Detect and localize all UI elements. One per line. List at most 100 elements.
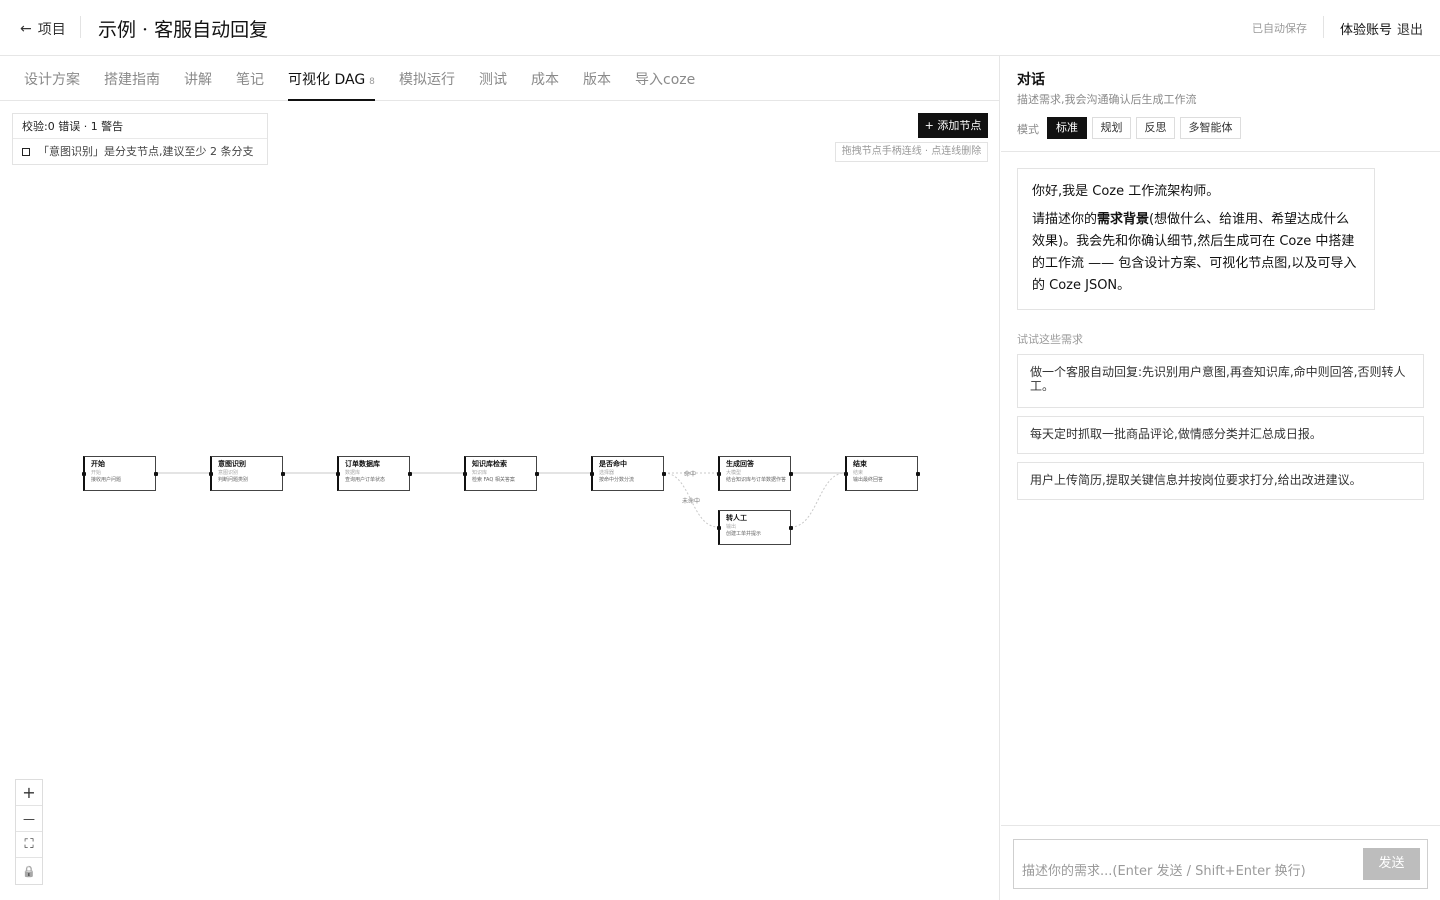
node-output-handle[interactable] [789,472,793,476]
tab-visual-dag[interactable]: 可视化 DAG 8 [288,69,375,89]
tab-design[interactable]: 设计方案 [24,69,80,89]
active-tab-indicator [288,99,375,101]
node-output-handle[interactable] [662,472,666,476]
dag-canvas[interactable]: 命中 未命中 开始 开始 接收用户问题 意图识别 意图识别 判断问题类别 订单数… [0,56,1000,900]
suggestion-item[interactable]: 用户上传简历,提取关键信息并按岗位要求打分,给出改进建议。 [1017,462,1424,500]
node-output-handle[interactable] [154,472,158,476]
node-desc: 检索 FAQ 相关答案 [472,477,515,483]
node-input-handle[interactable] [209,472,213,476]
tab-cost[interactable]: 成本 [531,69,559,89]
tab-explain[interactable]: 讲解 [184,69,212,89]
tab-node-count-badge: 8 [369,77,375,87]
edge-label-miss: 未命中 [682,498,701,505]
tab-simulate[interactable]: 模拟运行 [399,69,455,89]
intro-greeting: 你好,我是 Coze 工作流架构师。 [1032,184,1220,199]
node-input-handle[interactable] [717,526,721,530]
node-output-handle[interactable] [281,472,285,476]
add-node-button[interactable]: + 添加节点 [918,113,988,138]
header-divider [80,16,81,38]
mode-multi-agent-button[interactable]: 多智能体 [1180,117,1241,139]
lock-canvas-button[interactable]: 🔒 [16,858,42,884]
workflow-pane: 命中 未命中 开始 开始 接收用户问题 意图识别 意图识别 判断问题类别 订单数… [0,56,1000,900]
dag-node-human[interactable]: 转人工 输出 创建工单并提示 [717,510,793,545]
tab-visual-dag-label: 可视化 DAG [288,72,366,88]
node-output-handle[interactable] [789,526,793,530]
node-title: 订单数据库 [345,460,380,468]
validation-summary: 校验:0 错误 · 1 警告 [13,114,267,139]
node-title: 结束 [853,460,867,468]
plus-icon: + [22,783,36,802]
node-type: 大模型 [726,470,742,476]
account-label: 体验账号 [1340,23,1393,38]
tab-build-guide[interactable]: 搭建指南 [104,69,160,89]
chat-title: 对话 [1017,72,1045,88]
edge-label-hit: 命中 [684,471,697,478]
intro-body-pre: 请描述你的 [1032,212,1098,227]
suggestion-item[interactable]: 每天定时抓取一批商品评论,做情感分类并汇总成日报。 [1017,416,1424,454]
intro-body: 请描述你的需求背景(想做什么、给谁用、希望达成什么效果)。我会先和你确认细节,然… [1032,209,1360,297]
logout-button[interactable]: 退出 [1397,19,1423,38]
mode-plan-button[interactable]: 规划 [1092,117,1131,139]
node-output-handle[interactable] [408,472,412,476]
node-output-handle[interactable] [535,472,539,476]
dag-node-orderdb[interactable]: 订单数据库 数据库 查询用户订单状态 [336,456,412,491]
node-input-handle[interactable] [463,472,467,476]
node-desc: 结合知识库与订单数据作答 [726,477,787,483]
node-input-handle[interactable] [717,472,721,476]
node-title: 生成回答 [726,460,754,468]
node-type: 开始 [91,470,102,476]
mode-standard-button[interactable]: 标准 [1047,117,1087,139]
node-input-handle[interactable] [590,472,594,476]
dag-node-hit[interactable]: 是否命中 选择器 按命中分数分流 [590,456,666,491]
node-input-handle[interactable] [844,472,848,476]
dag-node-end[interactable]: 结束 结束 输出最终回答 [844,456,920,491]
validation-warning[interactable]: 「意图识别」是分支节点,建议至少 2 条分支 [13,139,267,164]
back-label: 项目 [37,22,66,38]
mode-reflect-button[interactable]: 反思 [1136,117,1175,139]
arrow-left-icon: ← [20,21,32,37]
lock-icon: 🔒 [22,864,36,878]
node-title: 意图识别 [218,460,246,468]
mode-label: 模式 [1017,123,1039,136]
tab-notes[interactable]: 笔记 [236,69,264,89]
fit-view-button[interactable]: ⛶ [16,832,42,858]
node-title: 知识库检索 [472,460,507,468]
page-title: 示例 · 客服自动回复 [98,19,269,41]
node-desc: 创建工单并提示 [726,531,762,537]
autosave-status: 已自动保存 [1252,22,1307,35]
send-button[interactable]: 发送 [1363,848,1420,880]
message-input[interactable] [1022,860,1352,882]
zoom-out-button[interactable]: — [16,806,42,832]
fit-view-icon: ⛶ [24,837,34,852]
chat-pane: 对话 描述需求,我会沟通确认后生成工作流 模式 标准 规划 反思 多智能体 你好… [1001,56,1440,900]
intro-body-bold: 需求背景 [1097,212,1150,227]
validation-warning-text: 「意图识别」是分支节点,建议至少 2 条分支 [38,145,254,158]
tab-bar: 设计方案 搭建指南 讲解 笔记 可视化 DAG 8 模拟运行 测试 成本 版本 导… [0,56,1000,101]
canvas-hint: 拖拽节点手柄连线 · 点连线删除 [835,142,988,162]
node-input-handle[interactable] [336,472,340,476]
edge-human-end[interactable] [790,472,846,528]
node-type: 输出 [726,524,737,530]
node-title: 是否命中 [599,460,627,468]
minus-icon: — [23,811,35,826]
top-bar: ← 项目 示例 · 客服自动回复 已自动保存 体验账号 退出 [0,0,1440,56]
node-input-handle[interactable] [82,472,86,476]
node-desc: 接收用户问题 [91,477,122,483]
dag-node-start[interactable]: 开始 开始 接收用户问题 [82,456,158,491]
node-type: 选择器 [599,470,615,476]
tab-import-coze[interactable]: 导入coze [635,69,695,89]
tab-versions[interactable]: 版本 [583,69,611,89]
dag-node-intent[interactable]: 意图识别 意图识别 判断问题类别 [209,456,285,491]
dag-node-answer[interactable]: 生成回答 大模型 结合知识库与订单数据作答 [717,456,793,491]
node-type: 知识库 [472,470,488,476]
suggestion-item[interactable]: 做一个客服自动回复:先识别用户意图,再查知识库,命中则回答,否则转人工。 [1017,354,1424,408]
back-to-projects-button[interactable]: ← 项目 [20,19,66,39]
zoom-in-button[interactable]: + [16,780,42,806]
dag-node-kb[interactable]: 知识库检索 知识库 检索 FAQ 相关答案 [463,456,539,491]
tab-test[interactable]: 测试 [479,69,507,89]
node-title: 开始 [91,460,105,468]
node-output-handle[interactable] [916,472,920,476]
warning-checkbox-icon [22,147,30,156]
node-desc: 输出最终回答 [853,477,884,483]
validation-panel: 校验:0 错误 · 1 警告 「意图识别」是分支节点,建议至少 2 条分支 [12,113,268,165]
